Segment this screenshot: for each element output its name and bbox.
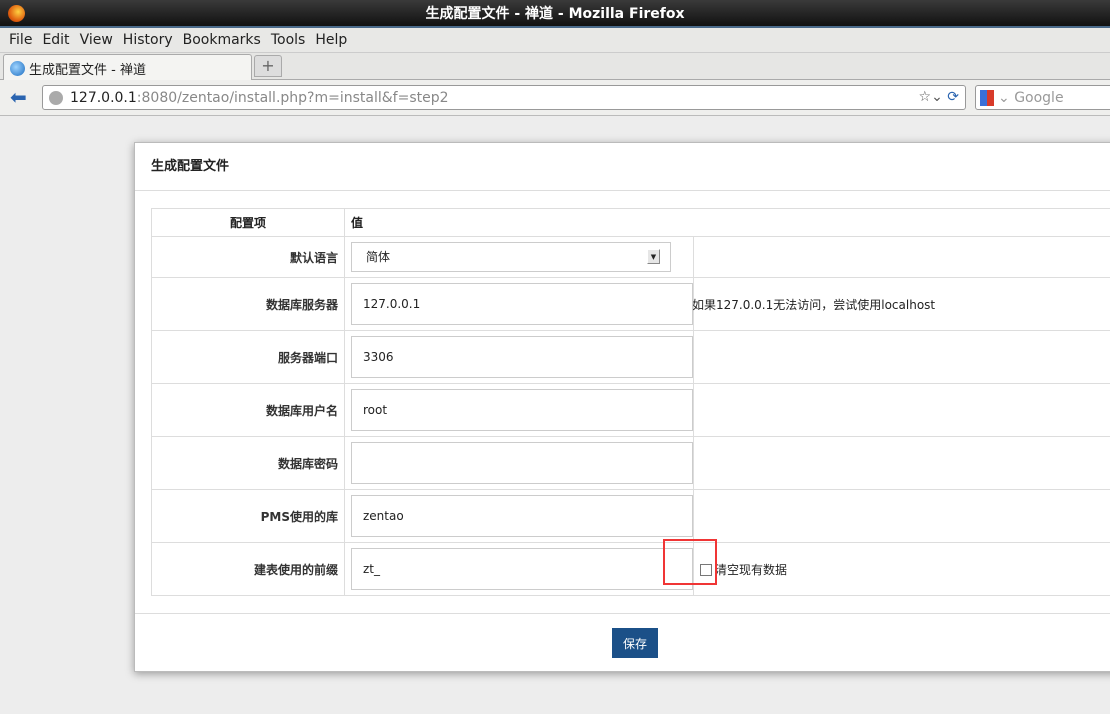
back-arrow-icon[interactable]: ⬅ — [10, 87, 32, 107]
db-prefix-input[interactable]: zt_ — [351, 548, 693, 590]
db-port-label: 服务器端口 — [151, 330, 345, 384]
db-host-input[interactable]: 127.0.0.1 — [351, 283, 693, 325]
db-password-input[interactable] — [351, 442, 693, 484]
table-row: 数据库密码 — [151, 436, 1110, 490]
tab-bar: 生成配置文件 - 禅道 + — [0, 53, 1110, 81]
tab-label: 生成配置文件 - 禅道 — [29, 62, 146, 78]
url-bar[interactable]: 127.0.0.1:8080/zentao/install.php?m=inst… — [42, 85, 966, 110]
db-password-label: 数据库密码 — [151, 436, 345, 490]
menu-history[interactable]: History — [123, 32, 173, 48]
clear-data-label[interactable]: 清空现有数据 — [715, 563, 787, 577]
menu-edit[interactable]: Edit — [42, 32, 69, 48]
language-value: 简体 — [366, 250, 391, 264]
col-header-item: 配置项 — [151, 208, 345, 237]
table-row: PMS使用的库 zentao — [151, 489, 1110, 543]
chevron-down-icon[interactable]: ⌄ — [998, 90, 1010, 106]
table-row: 建表使用的前缀 zt_ 清空现有数据 — [151, 542, 1110, 596]
site-favicon-icon — [10, 60, 25, 76]
db-user-input[interactable]: root — [351, 389, 693, 431]
menu-help[interactable]: Help — [315, 32, 347, 48]
search-box[interactable]: ⌄ Google — [975, 85, 1110, 110]
bookmark-star-icon[interactable]: ☆ — [919, 89, 932, 105]
search-placeholder: Google — [1014, 89, 1064, 106]
window-titlebar: 生成配置文件 - 禅道 - Mozilla Firefox — [0, 0, 1110, 28]
table-row: 默认语言 简体 ▼ — [151, 236, 1110, 278]
dialog-footer: 保存 — [135, 613, 1110, 673]
menubar: File Edit View History Bookmarks Tools H… — [0, 28, 1110, 53]
table-row: 服务器端口 3306 — [151, 330, 1110, 384]
menu-tools[interactable]: Tools — [271, 32, 306, 48]
col-header-value: 值 — [344, 208, 1110, 237]
db-host-hint: 如果127.0.0.1无法访问，尝试使用localhost — [692, 297, 936, 312]
url-host: 127.0.0.1 — [70, 89, 137, 106]
table-row: 数据库用户名 root — [151, 383, 1110, 437]
url-path: :8080/zentao/install.php?m=install&f=ste… — [136, 89, 449, 106]
db-host-label: 数据库服务器 — [151, 277, 345, 331]
db-name-label: PMS使用的库 — [151, 489, 345, 543]
config-table: 配置项值 默认语言 简体 ▼ 数据库服务器 127.0.0.1 如果127.0.0.1无… — [151, 208, 1110, 596]
firefox-logo-icon — [8, 5, 25, 22]
db-name-input[interactable]: zentao — [351, 495, 693, 537]
highlight-box — [663, 539, 717, 585]
window-title: 生成配置文件 - 禅道 - Mozilla Firefox — [425, 6, 685, 22]
language-label: 默认语言 — [151, 236, 345, 278]
menu-bookmarks[interactable]: Bookmarks — [183, 32, 261, 48]
db-user-label: 数据库用户名 — [151, 383, 345, 437]
language-select[interactable]: 简体 ▼ — [351, 242, 671, 272]
dialog-title: 生成配置文件 — [135, 143, 1110, 191]
globe-icon — [49, 90, 63, 105]
db-prefix-label: 建表使用的前缀 — [151, 542, 345, 596]
reload-icon[interactable]: ⟳ — [947, 89, 959, 105]
config-dialog: 生成配置文件 配置项值 默认语言 简体 ▼ 数据库服务器 127.0.0.1 如果127… — [134, 142, 1110, 672]
dropdown-arrow-icon[interactable]: ▼ — [647, 249, 660, 264]
navigation-bar: ⬅ 127.0.0.1:8080/zentao/install.php?m=in… — [0, 80, 1110, 116]
save-button[interactable]: 保存 — [612, 628, 658, 658]
menu-file[interactable]: File — [9, 32, 32, 48]
chevron-down-icon[interactable]: ⌄ — [931, 89, 943, 105]
new-tab-button[interactable]: + — [254, 55, 282, 77]
menu-view[interactable]: View — [80, 32, 113, 48]
tab-zentao[interactable]: 生成配置文件 - 禅道 — [3, 54, 252, 81]
db-port-input[interactable]: 3306 — [351, 336, 693, 378]
google-icon — [980, 89, 994, 106]
table-row: 数据库服务器 127.0.0.1 如果127.0.0.1无法访问，尝试使用local… — [151, 277, 1110, 331]
